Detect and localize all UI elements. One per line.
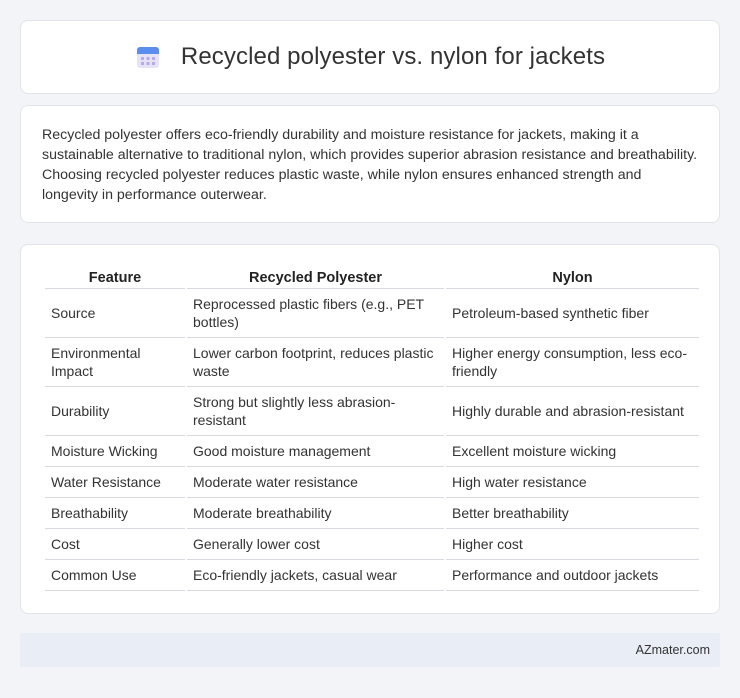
- feature-cell: Environmental Impact: [45, 338, 185, 387]
- table-card: Feature Recycled Polyester Nylon Source …: [20, 244, 720, 614]
- table-row: Durability Strong but slightly less abra…: [45, 387, 699, 436]
- table-row: Water Resistance Moderate water resistan…: [45, 467, 699, 498]
- summary-text: Recycled polyester offers eco-friendly d…: [42, 127, 698, 203]
- table-row: Common Use Eco-friendly jackets, casual …: [45, 560, 699, 591]
- nylon-cell: Petroleum-based synthetic fiber: [446, 289, 699, 338]
- recycled-polyester-cell: Generally lower cost: [187, 529, 444, 560]
- table-row: Cost Generally lower cost Higher cost: [45, 529, 699, 560]
- summary-card: Recycled polyester offers eco-friendly d…: [20, 105, 720, 223]
- nylon-cell: Higher energy consumption, less eco-frie…: [446, 338, 699, 387]
- nylon-cell: Highly durable and abrasion-resistant: [446, 387, 699, 436]
- table-header-row: Feature Recycled Polyester Nylon: [45, 265, 699, 289]
- recycled-polyester-cell: Good moisture management: [187, 436, 444, 467]
- recycled-polyester-cell: Moderate breathability: [187, 498, 444, 529]
- feature-cell: Breathability: [45, 498, 185, 529]
- nylon-cell: Performance and outdoor jackets: [446, 560, 699, 591]
- feature-cell: Water Resistance: [45, 467, 185, 498]
- column-header-recycled-polyester: Recycled Polyester: [187, 265, 444, 289]
- nylon-cell: Better breathability: [446, 498, 699, 529]
- feature-cell: Durability: [45, 387, 185, 436]
- footer-site-link[interactable]: AZmater.com: [636, 643, 710, 657]
- feature-cell: Common Use: [45, 560, 185, 591]
- table-row: Source Reprocessed plastic fibers (e.g.,…: [45, 289, 699, 338]
- table-row: Moisture Wicking Good moisture managemen…: [45, 436, 699, 467]
- title-wrap: Recycled polyester vs. nylon for jackets: [135, 43, 605, 71]
- recycled-polyester-cell: Reprocessed plastic fibers (e.g., PET bo…: [187, 289, 444, 338]
- feature-cell: Source: [45, 289, 185, 338]
- nylon-cell: High water resistance: [446, 467, 699, 498]
- page-title: Recycled polyester vs. nylon for jackets: [180, 43, 606, 70]
- recycled-polyester-cell: Eco-friendly jackets, casual wear: [187, 560, 444, 591]
- nylon-cell: Excellent moisture wicking: [446, 436, 699, 467]
- feature-cell: Moisture Wicking: [45, 436, 185, 467]
- footer: AZmater.com: [20, 633, 720, 667]
- title-card: Recycled polyester vs. nylon for jackets: [20, 20, 720, 94]
- calendar-icon: [136, 47, 159, 68]
- table-row: Breathability Moderate breathability Bet…: [45, 498, 699, 529]
- recycled-polyester-cell: Moderate water resistance: [187, 467, 444, 498]
- comparison-table: Feature Recycled Polyester Nylon Source …: [43, 265, 701, 591]
- nylon-cell: Higher cost: [446, 529, 699, 560]
- column-header-nylon: Nylon: [446, 265, 699, 289]
- feature-cell: Cost: [45, 529, 185, 560]
- recycled-polyester-cell: Strong but slightly less abrasion-resist…: [187, 387, 444, 436]
- recycled-polyester-cell: Lower carbon footprint, reduces plastic …: [187, 338, 444, 387]
- table-row: Environmental Impact Lower carbon footpr…: [45, 338, 699, 387]
- column-header-feature: Feature: [45, 265, 185, 289]
